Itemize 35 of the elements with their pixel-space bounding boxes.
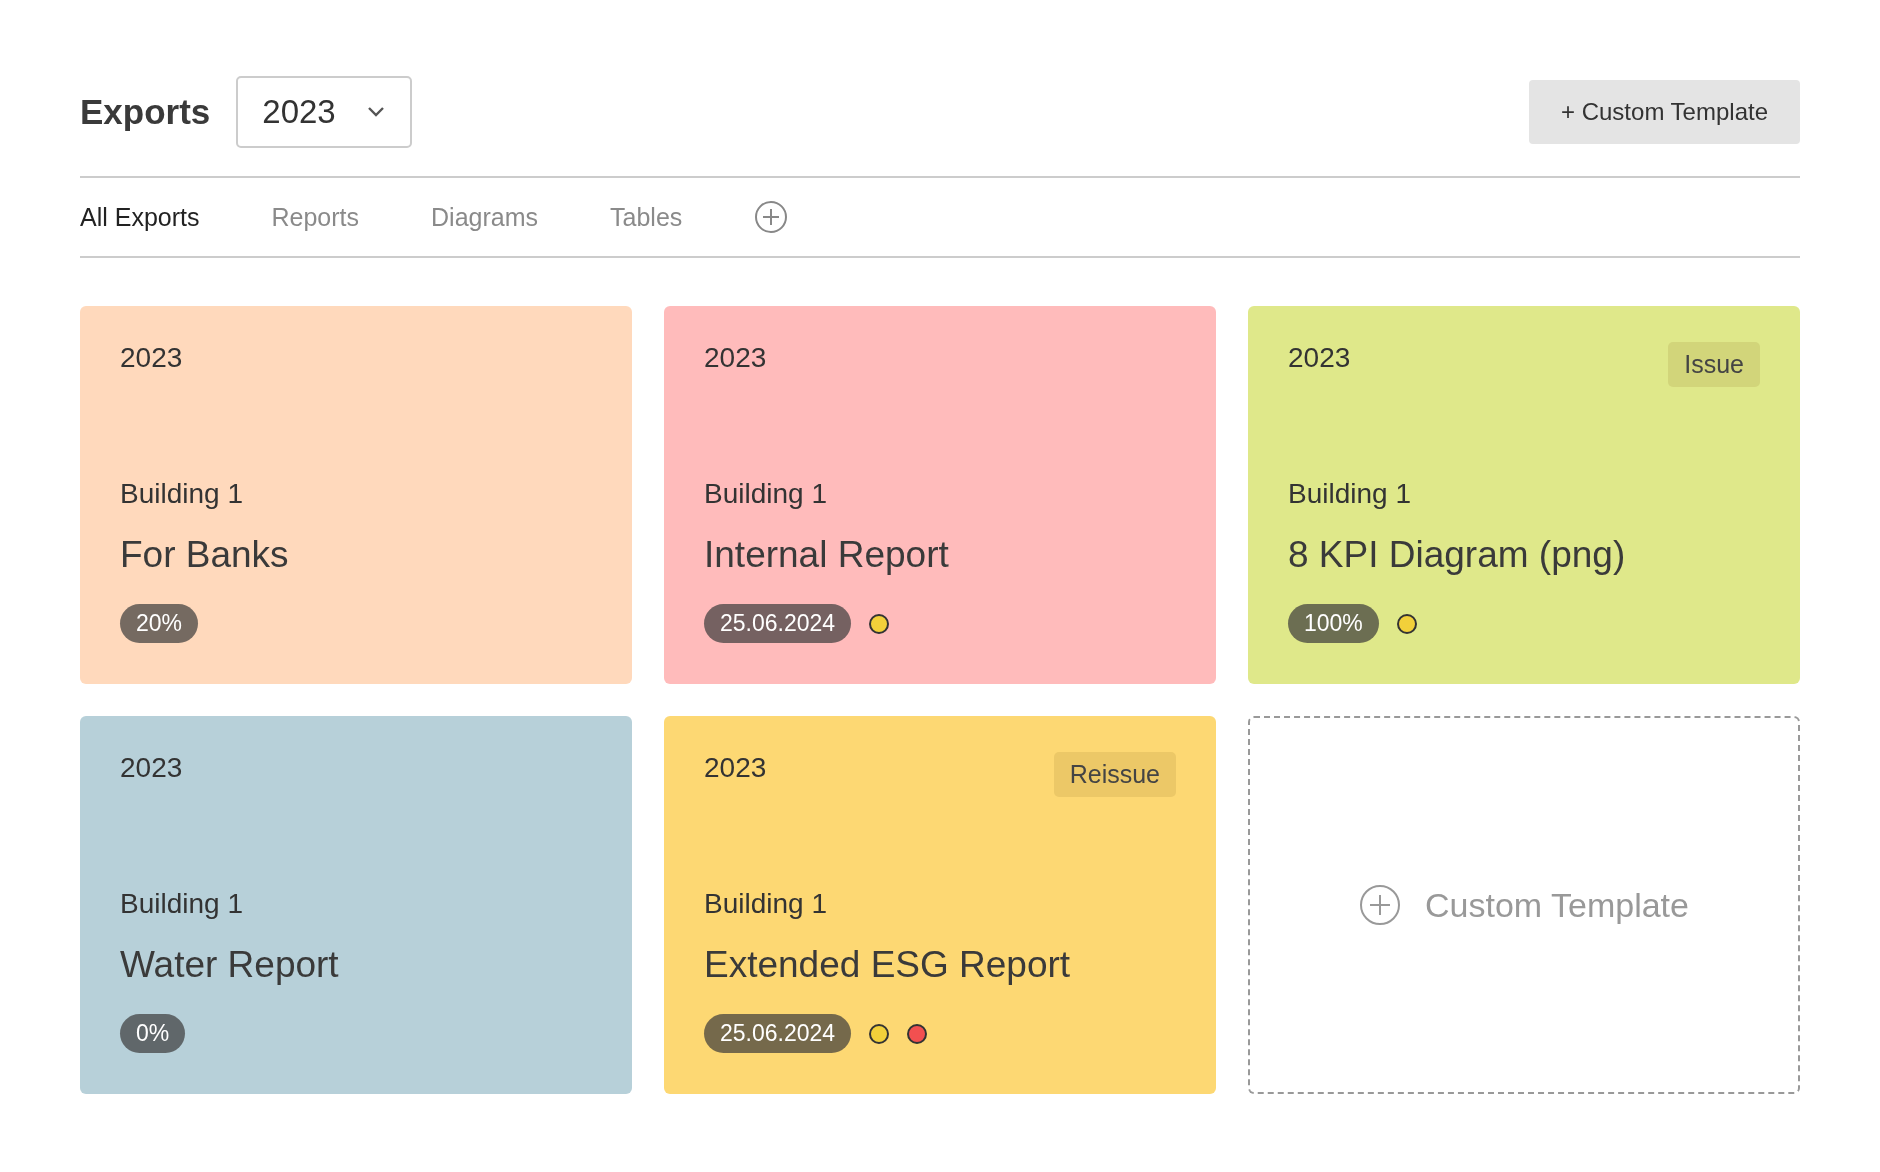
- card-badge: 25.06.2024: [704, 604, 852, 643]
- plus-circle-icon: [1359, 884, 1402, 926]
- card-tag: Reissue: [1053, 752, 1176, 797]
- export-card[interactable]: 2023 Building 1 For Banks 20%: [80, 306, 632, 684]
- year-dropdown[interactable]: 2023: [236, 76, 412, 148]
- card-building: Building 1: [120, 478, 244, 510]
- export-card[interactable]: 2023 Reissue Building 1 Extended ESG Report 25.06.2024: [664, 716, 1216, 1094]
- card-year: 2023: [704, 752, 767, 784]
- export-card[interactable]: 2023 Building 1 Water Report 0%: [80, 716, 632, 1094]
- card-building: Building 1: [704, 888, 828, 920]
- tab[interactable]: All Exports: [80, 202, 200, 232]
- card-badge: 0%: [120, 1014, 186, 1053]
- card-title: 8 KPI Diagram (png): [1288, 534, 1627, 576]
- export-card[interactable]: 2023 Issue Building 1 8 KPI Diagram (png) 100%: [1248, 306, 1800, 684]
- card-tag: Issue: [1668, 342, 1760, 387]
- card-badge: 20%: [120, 604, 199, 643]
- card-year: 2023: [120, 752, 183, 784]
- card-building: Building 1: [704, 478, 828, 510]
- export-card[interactable]: 2023 Building 1 Internal Report 25.06.2024: [664, 306, 1216, 684]
- card-title: Extended ESG Report: [704, 944, 1072, 986]
- page-title: Exports: [80, 92, 211, 132]
- card-building: Building 1: [1288, 478, 1412, 510]
- add-tab-icon[interactable]: [754, 200, 789, 234]
- chevron-down-icon: [365, 106, 386, 118]
- card-year: 2023: [120, 342, 183, 374]
- card-title: Internal Report: [704, 534, 950, 576]
- card-year: 2023: [704, 342, 767, 374]
- card-building: Building 1: [120, 888, 244, 920]
- card-title: For Banks: [120, 534, 290, 576]
- new-template-label: Custom Template: [1425, 885, 1689, 925]
- card-year: 2023: [1288, 342, 1351, 374]
- card-title: Water Report: [120, 944, 340, 986]
- card-badge: 100%: [1288, 604, 1379, 643]
- card-badge: 25.06.2024: [704, 1014, 852, 1053]
- custom-template-button[interactable]: + Custom Template: [1529, 80, 1800, 144]
